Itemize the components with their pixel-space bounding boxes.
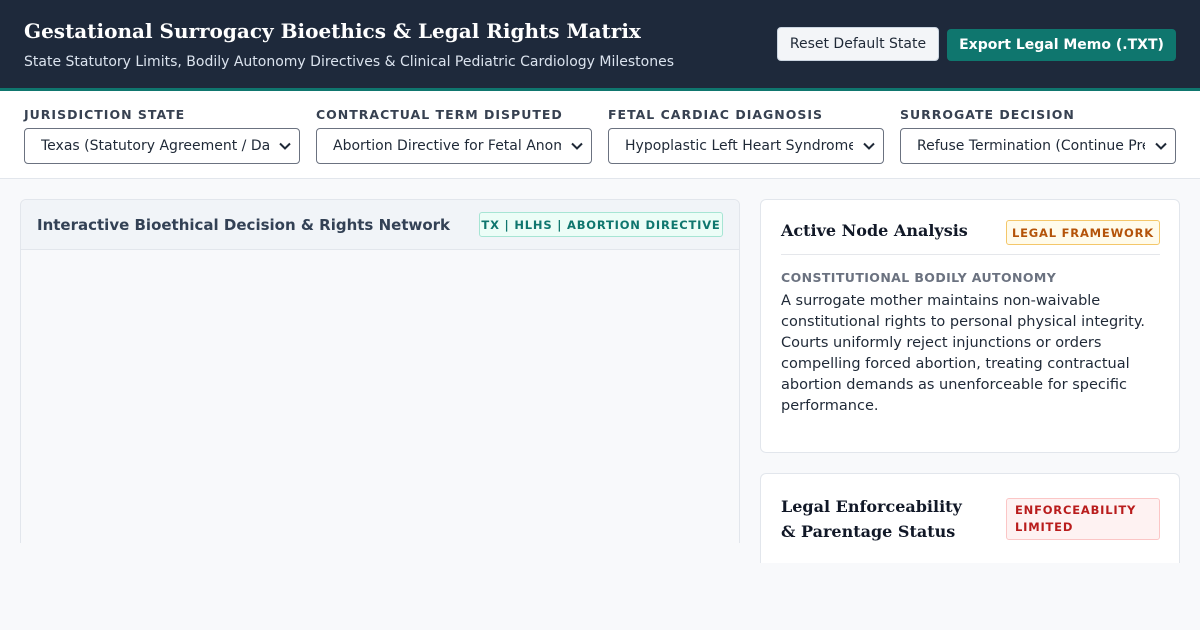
enforceability-badge: ENFORCEABILITY LIMITED [1006, 498, 1160, 540]
cardiac-diagnosis-label: FETAL CARDIAC DIAGNOSIS [608, 107, 824, 122]
active-node-analysis-card: Active Node Analysis LEGAL FRAMEWORK CON… [760, 199, 1180, 453]
card-divider [781, 254, 1160, 255]
contract-term-filter: CONTRACTUAL TERM DISPUTED Abortion Direc… [316, 107, 592, 164]
reset-default-button[interactable]: Reset Default State [777, 27, 939, 61]
jurisdiction-value: Texas (Statutory Agreement / Da [41, 138, 269, 154]
jurisdiction-label: JURISDICTION STATE [24, 107, 186, 122]
surrogate-decision-select[interactable]: Refuse Termination (Continue Pre [900, 128, 1176, 164]
node-analysis-title: Active Node Analysis [781, 221, 968, 240]
enforceability-title: Legal Enforceability & Parentage Status [781, 497, 962, 541]
jurisdiction-filter: JURISDICTION STATE Texas (Statutory Agre… [24, 107, 300, 164]
export-legal-memo-button[interactable]: Export Legal Memo (.TXT) [947, 29, 1176, 61]
cardiac-diagnosis-filter: FETAL CARDIAC DIAGNOSIS Hypoplastic Left… [608, 107, 884, 164]
cardiac-diagnosis-value: Hypoplastic Left Heart Syndrome [625, 138, 853, 154]
surrogate-decision-filter: SURROGATE DECISION Refuse Termination (C… [900, 107, 1176, 164]
contract-term-value: Abortion Directive for Fetal Anom [333, 138, 561, 154]
app-header: Gestational Surrogacy Bioethics & Legal … [0, 0, 1200, 88]
app-title: Gestational Surrogacy Bioethics & Legal … [24, 19, 641, 43]
chevron-down-icon [863, 142, 875, 150]
node-description: A surrogate mother maintains non-waivabl… [781, 293, 1145, 414]
contract-term-select[interactable]: Abortion Directive for Fetal Anom [316, 128, 592, 164]
chevron-down-icon [571, 142, 583, 150]
cardiac-diagnosis-select[interactable]: Hypoplastic Left Heart Syndrome [608, 128, 884, 164]
network-context-badge: TX | HLHS | ABORTION DIRECTIVE [479, 212, 723, 237]
surrogate-decision-value: Refuse Termination (Continue Pre [917, 138, 1145, 154]
surrogate-decision-label: SURROGATE DECISION [900, 107, 1075, 122]
contract-term-label: CONTRACTUAL TERM DISPUTED [316, 107, 563, 122]
legal-framework-badge: LEGAL FRAMEWORK [1006, 220, 1160, 245]
enforceability-card: Legal Enforceability & Parentage Status … [760, 473, 1180, 563]
chevron-down-icon [279, 142, 291, 150]
network-panel-header: Interactive Bioethical Decision & Rights… [21, 200, 739, 250]
app-subtitle: State Statutory Limits, Bodily Autonomy … [24, 54, 674, 70]
node-heading: CONSTITUTIONAL BODILY AUTONOMY [781, 270, 1057, 285]
network-title: Interactive Bioethical Decision & Rights… [37, 216, 451, 234]
jurisdiction-select[interactable]: Texas (Statutory Agreement / Da [24, 128, 300, 164]
network-canvas[interactable] [21, 251, 739, 560]
chevron-down-icon [1155, 142, 1167, 150]
filter-bar: JURISDICTION STATE Texas (Statutory Agre… [0, 91, 1200, 179]
decision-network-panel: Interactive Bioethical Decision & Rights… [20, 199, 740, 559]
